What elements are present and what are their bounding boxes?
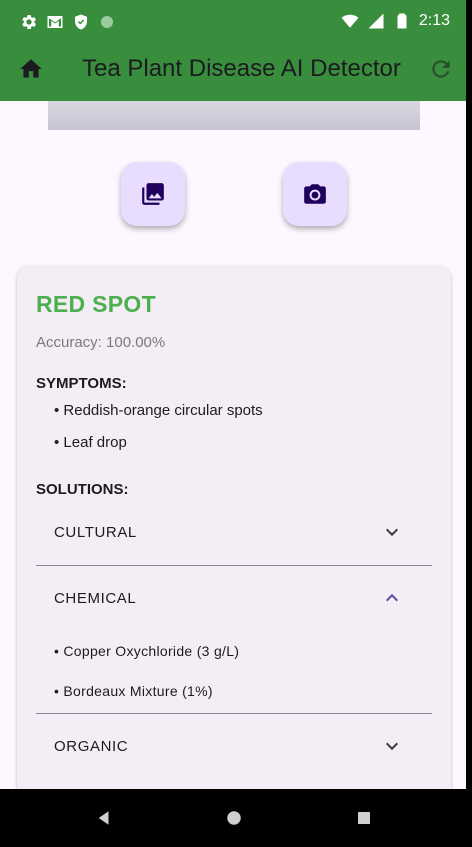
symptom-item: • Leaf drop — [54, 434, 127, 451]
home-icon[interactable] — [18, 56, 44, 82]
divider — [36, 713, 432, 714]
gallery-button[interactable] — [121, 162, 185, 226]
chevron-up-icon — [385, 593, 399, 602]
gear-icon — [22, 15, 36, 29]
solution-item: • Copper Oxychloride (3 g/L) — [54, 643, 240, 659]
divider — [36, 565, 432, 566]
chevron-down-icon — [385, 528, 399, 537]
refresh-icon[interactable] — [428, 56, 454, 82]
solutions-title: SOLUTIONS: — [36, 481, 129, 498]
result-card: RED SPOT Accuracy: 100.00% SYMPTOMS: • R… — [17, 266, 451, 826]
navigation-bar — [0, 789, 466, 847]
symptoms-title: SYMPTOMS: — [36, 375, 127, 392]
expansion-tile-cultural[interactable]: CULTURAL — [36, 505, 432, 561]
camera-icon — [304, 184, 326, 204]
recents-icon[interactable] — [355, 809, 373, 827]
home-nav-icon[interactable] — [225, 809, 243, 827]
camera-button[interactable] — [283, 162, 347, 226]
signal-icon — [368, 13, 384, 29]
leaf-image-preview — [48, 101, 420, 130]
back-icon[interactable] — [95, 809, 113, 827]
circle-icon — [101, 16, 113, 28]
solution-item: • Bordeaux Mixture (1%) — [54, 683, 213, 699]
expansion-label: ORGANIC — [54, 738, 129, 755]
expansion-tile-chemical[interactable]: CHEMICAL — [36, 571, 432, 627]
expansion-label: CULTURAL — [54, 524, 137, 541]
battery-icon — [397, 13, 407, 29]
expansion-label: CHEMICAL — [54, 590, 137, 607]
status-time: 2:13 — [418, 12, 450, 29]
photo-library-icon — [142, 183, 164, 205]
chevron-down-icon — [385, 742, 399, 751]
gmail-icon — [47, 16, 63, 28]
symptom-item: • Reddish-orange circular spots — [54, 402, 263, 419]
shield-icon — [75, 14, 87, 30]
wifi-icon — [341, 14, 359, 28]
disease-name: RED SPOT — [36, 291, 156, 317]
app-screen: 2:13 Tea Plant Disease AI Detector RED S… — [0, 0, 466, 847]
status-bar: 2:13 — [0, 0, 466, 44]
app-bar: Tea Plant Disease AI Detector — [0, 44, 466, 101]
accuracy-text: Accuracy: 100.00% — [36, 334, 166, 351]
screen-edge — [466, 0, 472, 847]
expansion-tile-organic[interactable]: ORGANIC — [36, 719, 432, 775]
app-title: Tea Plant Disease AI Detector — [82, 55, 401, 82]
